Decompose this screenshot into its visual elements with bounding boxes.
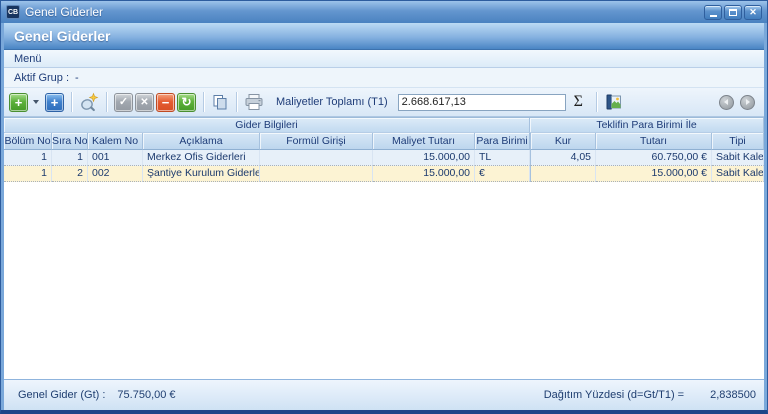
distribution-percent-label: Dağıtım Yüzdesi (d=Gt/T1) = [544,389,684,401]
column-header-maliyet-tutari[interactable]: Maliyet Tutarı [373,133,475,150]
grid-band-headers: Gider Bilgileri Teklifin Para Birimi İle [4,118,764,133]
total-expense-value: 75.750,00 € [117,389,175,401]
status-bar: Genel Gider (Gt) : 75.750,00 € Dağıtım Y… [4,379,764,410]
table-row-selected[interactable]: 1 2 002 Şantiye Kurulum Giderleri 15.000… [4,166,764,182]
grid-column-headers: Bölüm No Sıra No Kalem No Açıklama Formü… [4,133,764,150]
active-group-label: Aktif Grup : [14,72,69,84]
check-icon: ✓ [119,94,128,111]
toolbar-separator [203,92,204,112]
grid-cell[interactable]: 15.000,00 [373,150,475,166]
grid-cell[interactable] [260,166,373,182]
column-header-tutari[interactable]: Tutarı [596,133,712,150]
printer-icon [244,93,264,112]
find-button[interactable] [79,92,99,112]
grid-cell[interactable]: Merkez Ofis Giderleri [143,150,260,166]
cancel-button[interactable]: ✕ [135,93,154,112]
toolbar-separator [106,92,107,112]
nav-buttons [719,95,759,110]
copy-button[interactable] [211,93,229,111]
toolbar-separator [71,92,72,112]
column-header-bolum-no[interactable]: Bölüm No [4,133,52,150]
grid-cell[interactable]: 15.000,00 [373,166,475,182]
close-button[interactable]: ✕ [744,5,762,20]
app-window: CB Genel Giderler ✕ Genel Giderler Menü … [0,0,768,414]
band-header-gider-bilgileri[interactable]: Gider Bilgileri [4,118,530,133]
minimize-button[interactable] [704,5,722,20]
add-alt-button[interactable]: + [45,93,64,112]
grid-cell[interactable]: € [475,166,530,182]
maximize-button[interactable] [724,5,742,20]
minimize-icon [710,15,717,17]
maximize-icon [729,9,737,16]
grid-cell[interactable]: TL [475,150,530,166]
grid-cell[interactable]: Sabit Kalem [712,166,764,182]
total-expense-label: Genel Gider (Gt) : [18,389,105,401]
grid-empty-area [4,182,764,379]
minus-icon: − [162,94,170,111]
print-button[interactable] [244,93,264,112]
copy-icon [211,93,229,111]
sum-button[interactable]: Σ [574,94,583,110]
active-group-value: - [75,72,79,84]
add-dropdown-icon[interactable] [33,100,39,104]
table-row[interactable]: 1 1 001 Merkez Ofis Giderleri 15.000,00 … [4,150,764,166]
grid-cell[interactable] [260,150,373,166]
band-header-teklifin-para-birimi[interactable]: Teklifin Para Birimi İle [530,118,764,133]
grid-cell[interactable]: 001 [88,150,143,166]
refresh-button[interactable]: ↻ [177,93,196,112]
nav-back-button[interactable] [719,95,734,110]
menu-bar: Menü [4,50,764,68]
refresh-icon: ↻ [181,94,191,111]
grid-cell[interactable]: 2 [52,166,88,182]
app-icon: CB [6,5,20,19]
total-label: Maliyetler Toplamı (T1) [276,96,388,108]
nav-forward-button[interactable] [740,95,755,110]
column-header-formul-girisi[interactable]: Formül Girişi [260,133,373,150]
confirm-button[interactable]: ✓ [114,93,133,112]
column-header-sira-no[interactable]: Sıra No [52,133,88,150]
grid-cell[interactable]: Şantiye Kurulum Giderleri [143,166,260,182]
grid-cell[interactable]: 1 [52,150,88,166]
delete-button[interactable]: − [156,93,175,112]
export-icon [604,93,623,111]
grid-cell[interactable]: 1 [4,166,52,182]
grid-cell[interactable]: 15.000,00 € [596,166,712,182]
grid-cell[interactable]: 60.750,00 € [596,150,712,166]
total-input[interactable] [398,94,566,111]
add-button[interactable]: + [9,93,28,112]
arrow-left-icon [724,99,728,105]
column-header-kalem-no[interactable]: Kalem No [88,133,143,150]
grid-cell[interactable]: 4,05 [530,150,596,166]
grid-cell[interactable]: 1 [4,150,52,166]
export-button[interactable] [604,93,623,111]
page-title: Genel Giderler [4,23,764,50]
distribution-percent-value: 2,838500 [710,389,756,401]
column-header-kur[interactable]: Kur [530,133,596,150]
window-title: Genel Giderler [25,5,103,19]
toolbar: + + ✓ ✕ − ↻ [4,88,764,117]
window-controls: ✕ [704,5,762,20]
expenses-grid: Gider Bilgileri Teklifin Para Birimi İle… [4,117,764,379]
window-titlebar[interactable]: CB Genel Giderler ✕ [1,1,767,23]
column-header-aciklama[interactable]: Açıklama [143,133,260,150]
search-icon [79,92,99,112]
menu-item-menu[interactable]: Menü [14,53,42,65]
arrow-right-icon [746,99,750,105]
plus-icon: + [51,94,59,111]
grid-cell[interactable]: 002 [88,166,143,182]
grid-cell[interactable]: Sabit Kalem [712,150,764,166]
active-group-row: Aktif Grup : - [4,68,764,88]
plus-icon: + [15,94,23,111]
grid-cell[interactable] [530,166,596,182]
toolbar-separator [236,92,237,112]
x-icon: ✕ [140,94,148,111]
column-header-tipi[interactable]: Tipi [712,133,764,150]
column-header-para-birimi[interactable]: Para Birimi [475,133,530,150]
toolbar-separator [596,92,597,112]
close-icon: ✕ [749,8,757,17]
sigma-icon: Σ [574,93,583,110]
